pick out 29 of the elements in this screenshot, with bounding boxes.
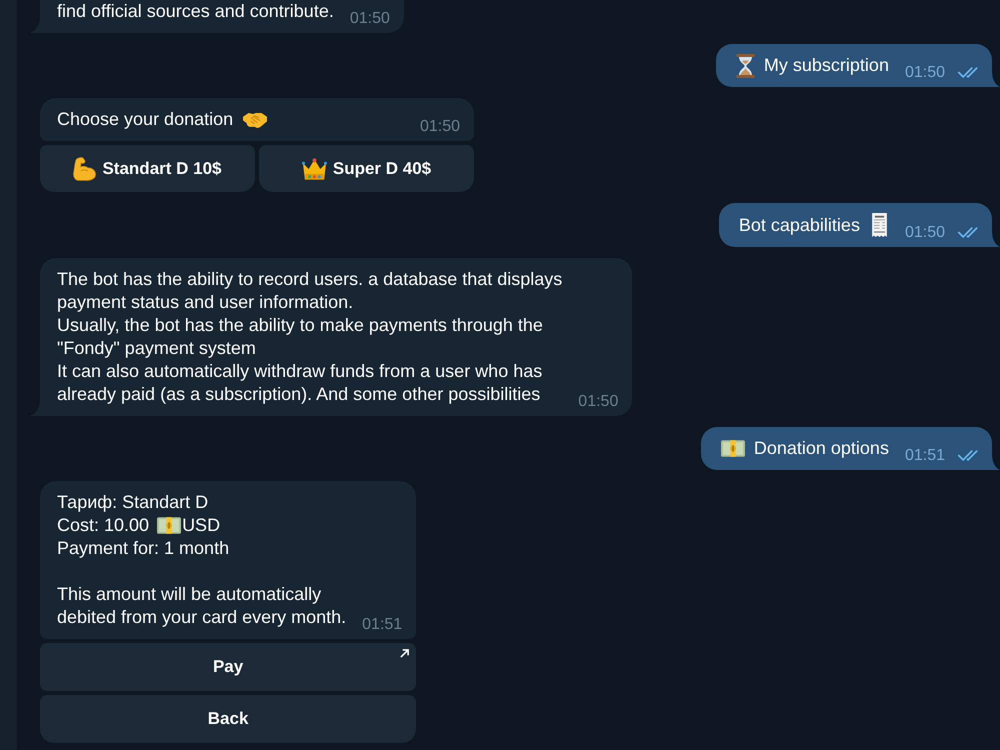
handshake-icon [243, 110, 268, 129]
banknote-icon [157, 517, 182, 534]
currency-text: USD [182, 514, 220, 537]
flexed-arm-icon [73, 156, 96, 180]
message-text: My subscription [764, 54, 889, 77]
keyboard-button[interactable]: Back [40, 695, 416, 743]
message-time: 01:51 [904, 448, 945, 464]
message-text: The bot has the ability to record users. a database that displays payment status and user information. Usually, the bot has the ability to make payments through the "Fondy" payment system It can also automatically withdraw funds from a user who has already paid (as a subscription). And some other possibilities [57, 268, 562, 406]
message-time: 01:50 [350, 11, 390, 27]
note-text: This amount will be automatically debited from your card every month. [57, 583, 346, 629]
payment-period-text: Payment for: 1 month [57, 537, 230, 560]
message-time: 01:50 [420, 119, 460, 135]
keyboard-button[interactable]: Pay [40, 643, 416, 691]
message-text: Bot capabilities [738, 214, 860, 237]
crown-icon [302, 158, 327, 180]
message-text: Choose your donation [57, 108, 234, 131]
cost-text: Cost: 10.00 [57, 514, 150, 537]
message-text: find official sources and contribute. [57, 0, 334, 23]
hourglass-icon [736, 54, 755, 78]
message-text: Donation options [754, 437, 889, 460]
receipt-icon [870, 213, 889, 237]
message-time: 01:50 [904, 225, 945, 241]
keyboard-button[interactable]: Standart D 10$ [40, 145, 255, 192]
banknote-icon [720, 440, 745, 457]
tariff-text: Тариф: Standart D [57, 491, 210, 514]
keyboard-button[interactable]: Super D 40$ [259, 145, 474, 192]
message-time: 01:50 [904, 65, 945, 81]
message-time: 01:50 [578, 394, 618, 410]
message-time: 01:51 [362, 617, 402, 633]
